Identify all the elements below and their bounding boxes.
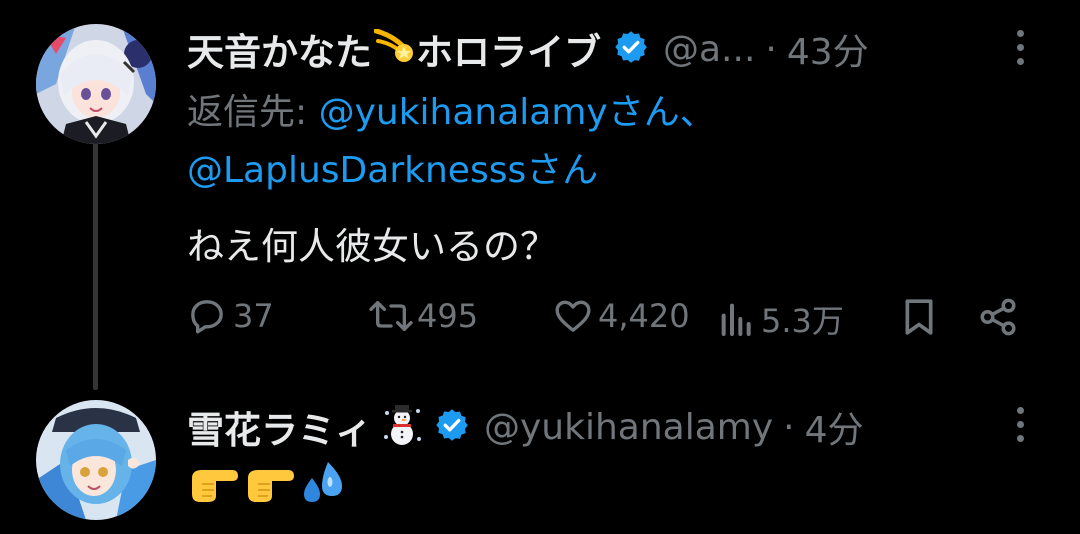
sweat-droplets-emoji <box>304 462 342 502</box>
like-count: 4,420 <box>598 297 690 335</box>
display-name[interactable]: 天音かなた <box>187 22 372 76</box>
views-chart-icon <box>721 303 751 336</box>
avatar-image <box>36 400 156 520</box>
view-count: 5.3万 <box>761 302 844 340</box>
share-icon <box>980 298 1016 336</box>
more-options-icon[interactable] <box>1014 407 1026 449</box>
reply-count: 37 <box>233 297 274 335</box>
share-button[interactable] <box>977 296 1019 338</box>
backhand-pointing-right-emoji <box>192 470 238 502</box>
mention-link-yukihanalamy[interactable]: @yukihanalamyさん、 <box>319 92 716 133</box>
user-handle[interactable]: @yukihanalamy <box>484 407 773 448</box>
comet-emoji <box>373 28 416 69</box>
display-name[interactable]: 雪花ラミィ <box>187 400 372 454</box>
reply-to-prefix: 返信先: <box>187 92 319 133</box>
views-button[interactable]: 5.3万 <box>717 296 844 342</box>
thread-connector-line <box>93 138 98 390</box>
user-handle[interactable]: @a... <box>663 29 755 70</box>
separator-dot: · <box>765 28 777 70</box>
snowman-emoji <box>382 403 422 451</box>
avatar-amane-kanata[interactable] <box>36 24 156 144</box>
tweet-action-bar: 37 495 4,420 5.3万 <box>187 296 1060 342</box>
reply-to-line: 返信先: @yukihanalamyさん、 @LaplusDarknesssさん <box>187 84 716 200</box>
tweet-text: ねえ何人彼女いるの？ <box>187 225 557 268</box>
tweet1-header: 天音かなた ホロライブ @a... · 43分 <box>187 22 869 76</box>
tweet2-header: 雪花ラミィ @yukihanalamy · 4分 <box>187 400 864 454</box>
separator-dot: · <box>783 406 795 448</box>
like-button[interactable]: 4,420 <box>552 296 690 336</box>
avatar-image <box>36 24 156 144</box>
timestamp[interactable]: 4分 <box>805 401 864 453</box>
bookmark-button[interactable] <box>899 296 939 338</box>
reply-button[interactable]: 37 <box>187 296 274 336</box>
verified-badge-icon <box>613 29 649 69</box>
retweet-icon <box>369 301 413 331</box>
bookmark-icon <box>905 299 933 335</box>
mention-link-laplusdarknesss[interactable]: @LaplusDarknesssさん <box>187 150 598 191</box>
backhand-pointing-right-emoji <box>248 470 294 502</box>
timestamp[interactable]: 43分 <box>787 23 869 75</box>
verified-badge-icon <box>434 407 470 447</box>
heart-icon <box>555 300 591 332</box>
display-name-suffix[interactable]: ホロライブ <box>416 22 601 76</box>
avatar-yukihana-lamy[interactable] <box>36 400 156 520</box>
tweet-emoji-text <box>188 460 346 506</box>
retweet-count: 495 <box>417 297 479 335</box>
reply-icon <box>191 300 223 334</box>
retweet-button[interactable]: 495 <box>367 296 478 336</box>
more-options-icon[interactable] <box>1014 30 1026 72</box>
